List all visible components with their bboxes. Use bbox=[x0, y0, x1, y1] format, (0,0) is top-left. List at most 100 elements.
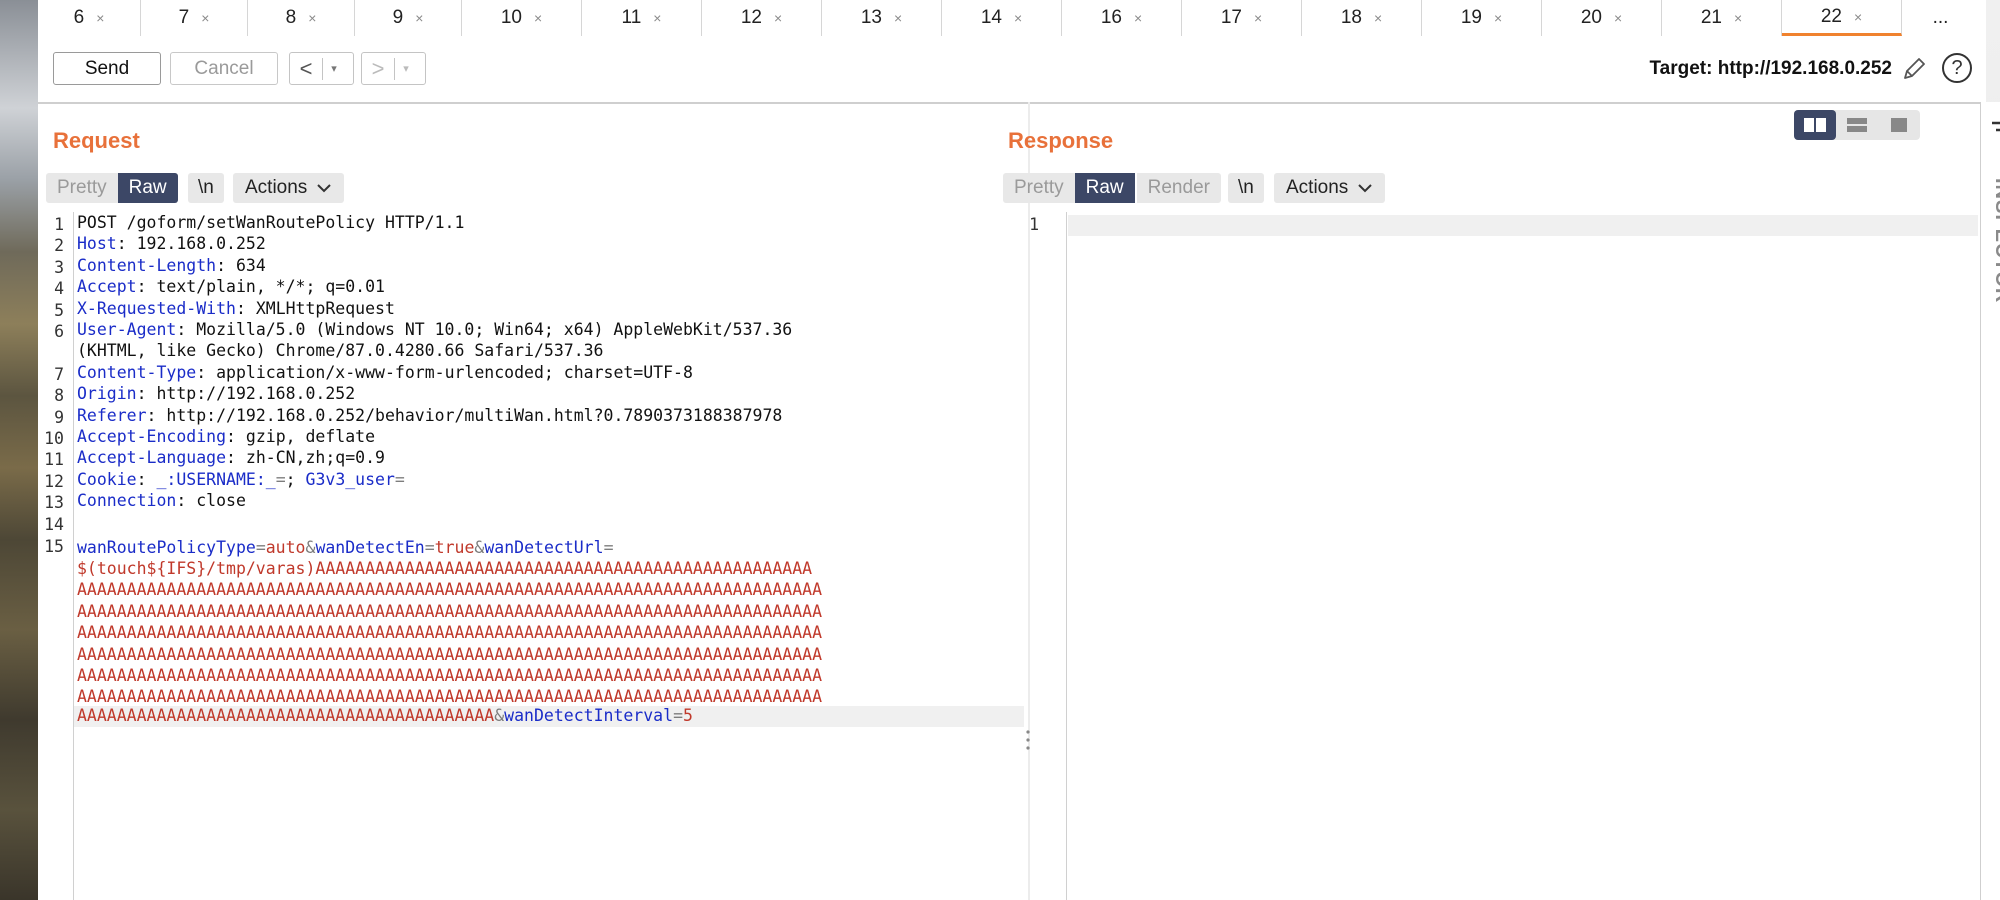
background-left bbox=[0, 0, 38, 900]
tab-13[interactable]: 13 × bbox=[822, 0, 942, 36]
close-icon[interactable]: × bbox=[894, 10, 902, 26]
layout-split-vertical-icon[interactable] bbox=[1836, 110, 1878, 140]
close-icon[interactable]: × bbox=[774, 10, 782, 26]
more-tabs-button[interactable]: ... bbox=[1902, 0, 1979, 36]
tab-19[interactable]: 19 × bbox=[1422, 0, 1542, 36]
raw-tab[interactable]: Raw bbox=[1074, 173, 1135, 203]
payload-line: AAAAAAAAAAAAAAAAAAAAAAAAAAAAAAAAAAAAAAAA… bbox=[77, 687, 823, 706]
layout-single-icon[interactable] bbox=[1878, 110, 1920, 140]
raw-tab[interactable]: Raw bbox=[117, 173, 178, 203]
request-actions-menu[interactable]: Actions bbox=[233, 173, 345, 203]
target-label: Target: http://192.168.0.252 bbox=[1649, 58, 1892, 79]
close-icon[interactable]: × bbox=[201, 10, 209, 26]
forward-button[interactable]: > ▾ bbox=[361, 52, 426, 85]
tab-label: 6 bbox=[73, 7, 85, 28]
line-number: 9 bbox=[54, 408, 64, 427]
payload-line: AAAAAAAAAAAAAAAAAAAAAAAAAAAAAAAAAAAAAAAA… bbox=[77, 645, 823, 664]
request-line: User-Agent: Mozilla/5.0 (Windows NT 10.0… bbox=[77, 320, 793, 339]
body-params-line: wanRoutePolicyType=auto&wanDetectEn=true… bbox=[77, 538, 614, 557]
line-number: 8 bbox=[54, 386, 64, 405]
chevron-down-icon bbox=[317, 184, 332, 193]
close-icon[interactable]: × bbox=[1734, 10, 1742, 26]
request-line: (KHTML, like Gecko) Chrome/87.0.4280.66 … bbox=[77, 341, 604, 360]
request-line: Content-Type: application/x-www-form-url… bbox=[77, 363, 693, 382]
payload-line: AAAAAAAAAAAAAAAAAAAAAAAAAAAAAAAAAAAAAAAA… bbox=[77, 580, 823, 599]
tab-9[interactable]: 9 × bbox=[355, 0, 462, 36]
tab-label: 8 bbox=[285, 7, 297, 28]
tab-label: 17 bbox=[1220, 7, 1242, 28]
request-title: Request bbox=[53, 128, 140, 153]
toolbar: Send Cancel < ▾ > ▾ Target: http://192.1… bbox=[38, 36, 1986, 104]
tab-label: 20 bbox=[1580, 7, 1602, 28]
tab-label: 14 bbox=[980, 7, 1002, 28]
close-icon[interactable]: × bbox=[1134, 10, 1142, 26]
send-button[interactable]: Send bbox=[53, 52, 161, 85]
inspector-label[interactable]: INSPECTOR bbox=[1990, 178, 2000, 303]
layout-split-horizontal-icon[interactable] bbox=[1794, 110, 1836, 140]
tab-14[interactable]: 14 × bbox=[942, 0, 1062, 36]
help-icon[interactable]: ? bbox=[1942, 53, 1972, 83]
line-number: 2 bbox=[54, 236, 64, 255]
tab-label: 22 bbox=[1820, 5, 1842, 27]
chevron-right-icon: > bbox=[371, 55, 385, 81]
request-line: Referer: http://192.168.0.252/behavior/m… bbox=[77, 406, 783, 425]
response-editor[interactable] bbox=[1068, 240, 1976, 900]
repeater-window: 6 × 7 × 8 × 9 × 10 × 11 × 12 × 13 × 14 × 16 × 17 × … bbox=[38, 0, 2000, 900]
pretty-tab[interactable]: Pretty bbox=[1003, 173, 1075, 203]
chevron-down-icon[interactable]: ▾ bbox=[394, 57, 417, 80]
line-number: 4 bbox=[54, 279, 64, 298]
cancel-button[interactable]: Cancel bbox=[170, 52, 278, 85]
tab-label: 12 bbox=[740, 7, 762, 28]
tab-16[interactable]: 16 × bbox=[1062, 0, 1182, 36]
close-icon[interactable]: × bbox=[96, 10, 104, 26]
response-actions-menu[interactable]: Actions bbox=[1274, 173, 1386, 203]
close-icon[interactable]: × bbox=[415, 10, 423, 26]
inspector-menu-icon[interactable] bbox=[1990, 120, 2000, 142]
tab-20[interactable]: 20 × bbox=[1542, 0, 1662, 36]
actions-label: Actions bbox=[245, 177, 308, 198]
tab-6[interactable]: 6 × bbox=[38, 0, 141, 36]
tab-12[interactable]: 12 × bbox=[702, 0, 822, 36]
actions-label: Actions bbox=[1286, 177, 1349, 198]
close-icon[interactable]: × bbox=[1614, 10, 1622, 26]
line-number: 13 bbox=[44, 493, 64, 512]
line-number: 1 bbox=[54, 215, 64, 234]
tab-label: 9 bbox=[392, 7, 404, 28]
body-last-line: AAAAAAAAAAAAAAAAAAAAAAAAAAAAAAAAAAAAAAAA… bbox=[77, 706, 693, 725]
tab-label: 13 bbox=[860, 7, 882, 28]
close-icon[interactable]: × bbox=[653, 10, 661, 26]
tab-label: 11 bbox=[621, 7, 642, 28]
render-tab[interactable]: Render bbox=[1136, 173, 1221, 203]
line-number: 1 bbox=[1029, 215, 1039, 234]
tab-8[interactable]: 8 × bbox=[248, 0, 355, 36]
tab-17[interactable]: 17 × bbox=[1182, 0, 1302, 36]
close-icon[interactable]: × bbox=[308, 10, 316, 26]
request-line: Accept: text/plain, */*; q=0.01 bbox=[77, 277, 385, 296]
close-icon[interactable]: × bbox=[1254, 10, 1262, 26]
pencil-icon[interactable] bbox=[1900, 55, 1928, 83]
line-number: 5 bbox=[54, 301, 64, 320]
tab-label: 7 bbox=[178, 7, 190, 28]
newline-toggle[interactable]: \n bbox=[188, 173, 224, 203]
newline-toggle[interactable]: \n bbox=[1228, 173, 1264, 203]
tab-11[interactable]: 11 × bbox=[582, 0, 702, 36]
tab-7[interactable]: 7 × bbox=[141, 0, 248, 36]
close-icon[interactable]: × bbox=[1494, 10, 1502, 26]
tab-22[interactable]: 22 × bbox=[1782, 0, 1902, 36]
tab-label: 16 bbox=[1100, 7, 1122, 28]
close-icon[interactable]: × bbox=[534, 10, 542, 26]
tab-10[interactable]: 10 × bbox=[462, 0, 582, 36]
close-icon[interactable]: × bbox=[1854, 9, 1862, 25]
chevron-down-icon[interactable]: ▾ bbox=[322, 57, 345, 80]
close-icon[interactable]: × bbox=[1374, 10, 1382, 26]
line-number: 15 bbox=[44, 537, 64, 556]
request-line: X-Requested-With: XMLHttpRequest bbox=[77, 299, 395, 318]
tab-label: 18 bbox=[1340, 7, 1362, 28]
pretty-tab[interactable]: Pretty bbox=[46, 173, 118, 203]
request-line: Cookie: _:USERNAME:_=; G3v3_user= bbox=[77, 470, 405, 489]
response-gutter bbox=[1028, 212, 1067, 900]
back-button[interactable]: < ▾ bbox=[289, 52, 354, 85]
tab-21[interactable]: 21 × bbox=[1662, 0, 1782, 36]
close-icon[interactable]: × bbox=[1014, 10, 1022, 26]
tab-18[interactable]: 18 × bbox=[1302, 0, 1422, 36]
